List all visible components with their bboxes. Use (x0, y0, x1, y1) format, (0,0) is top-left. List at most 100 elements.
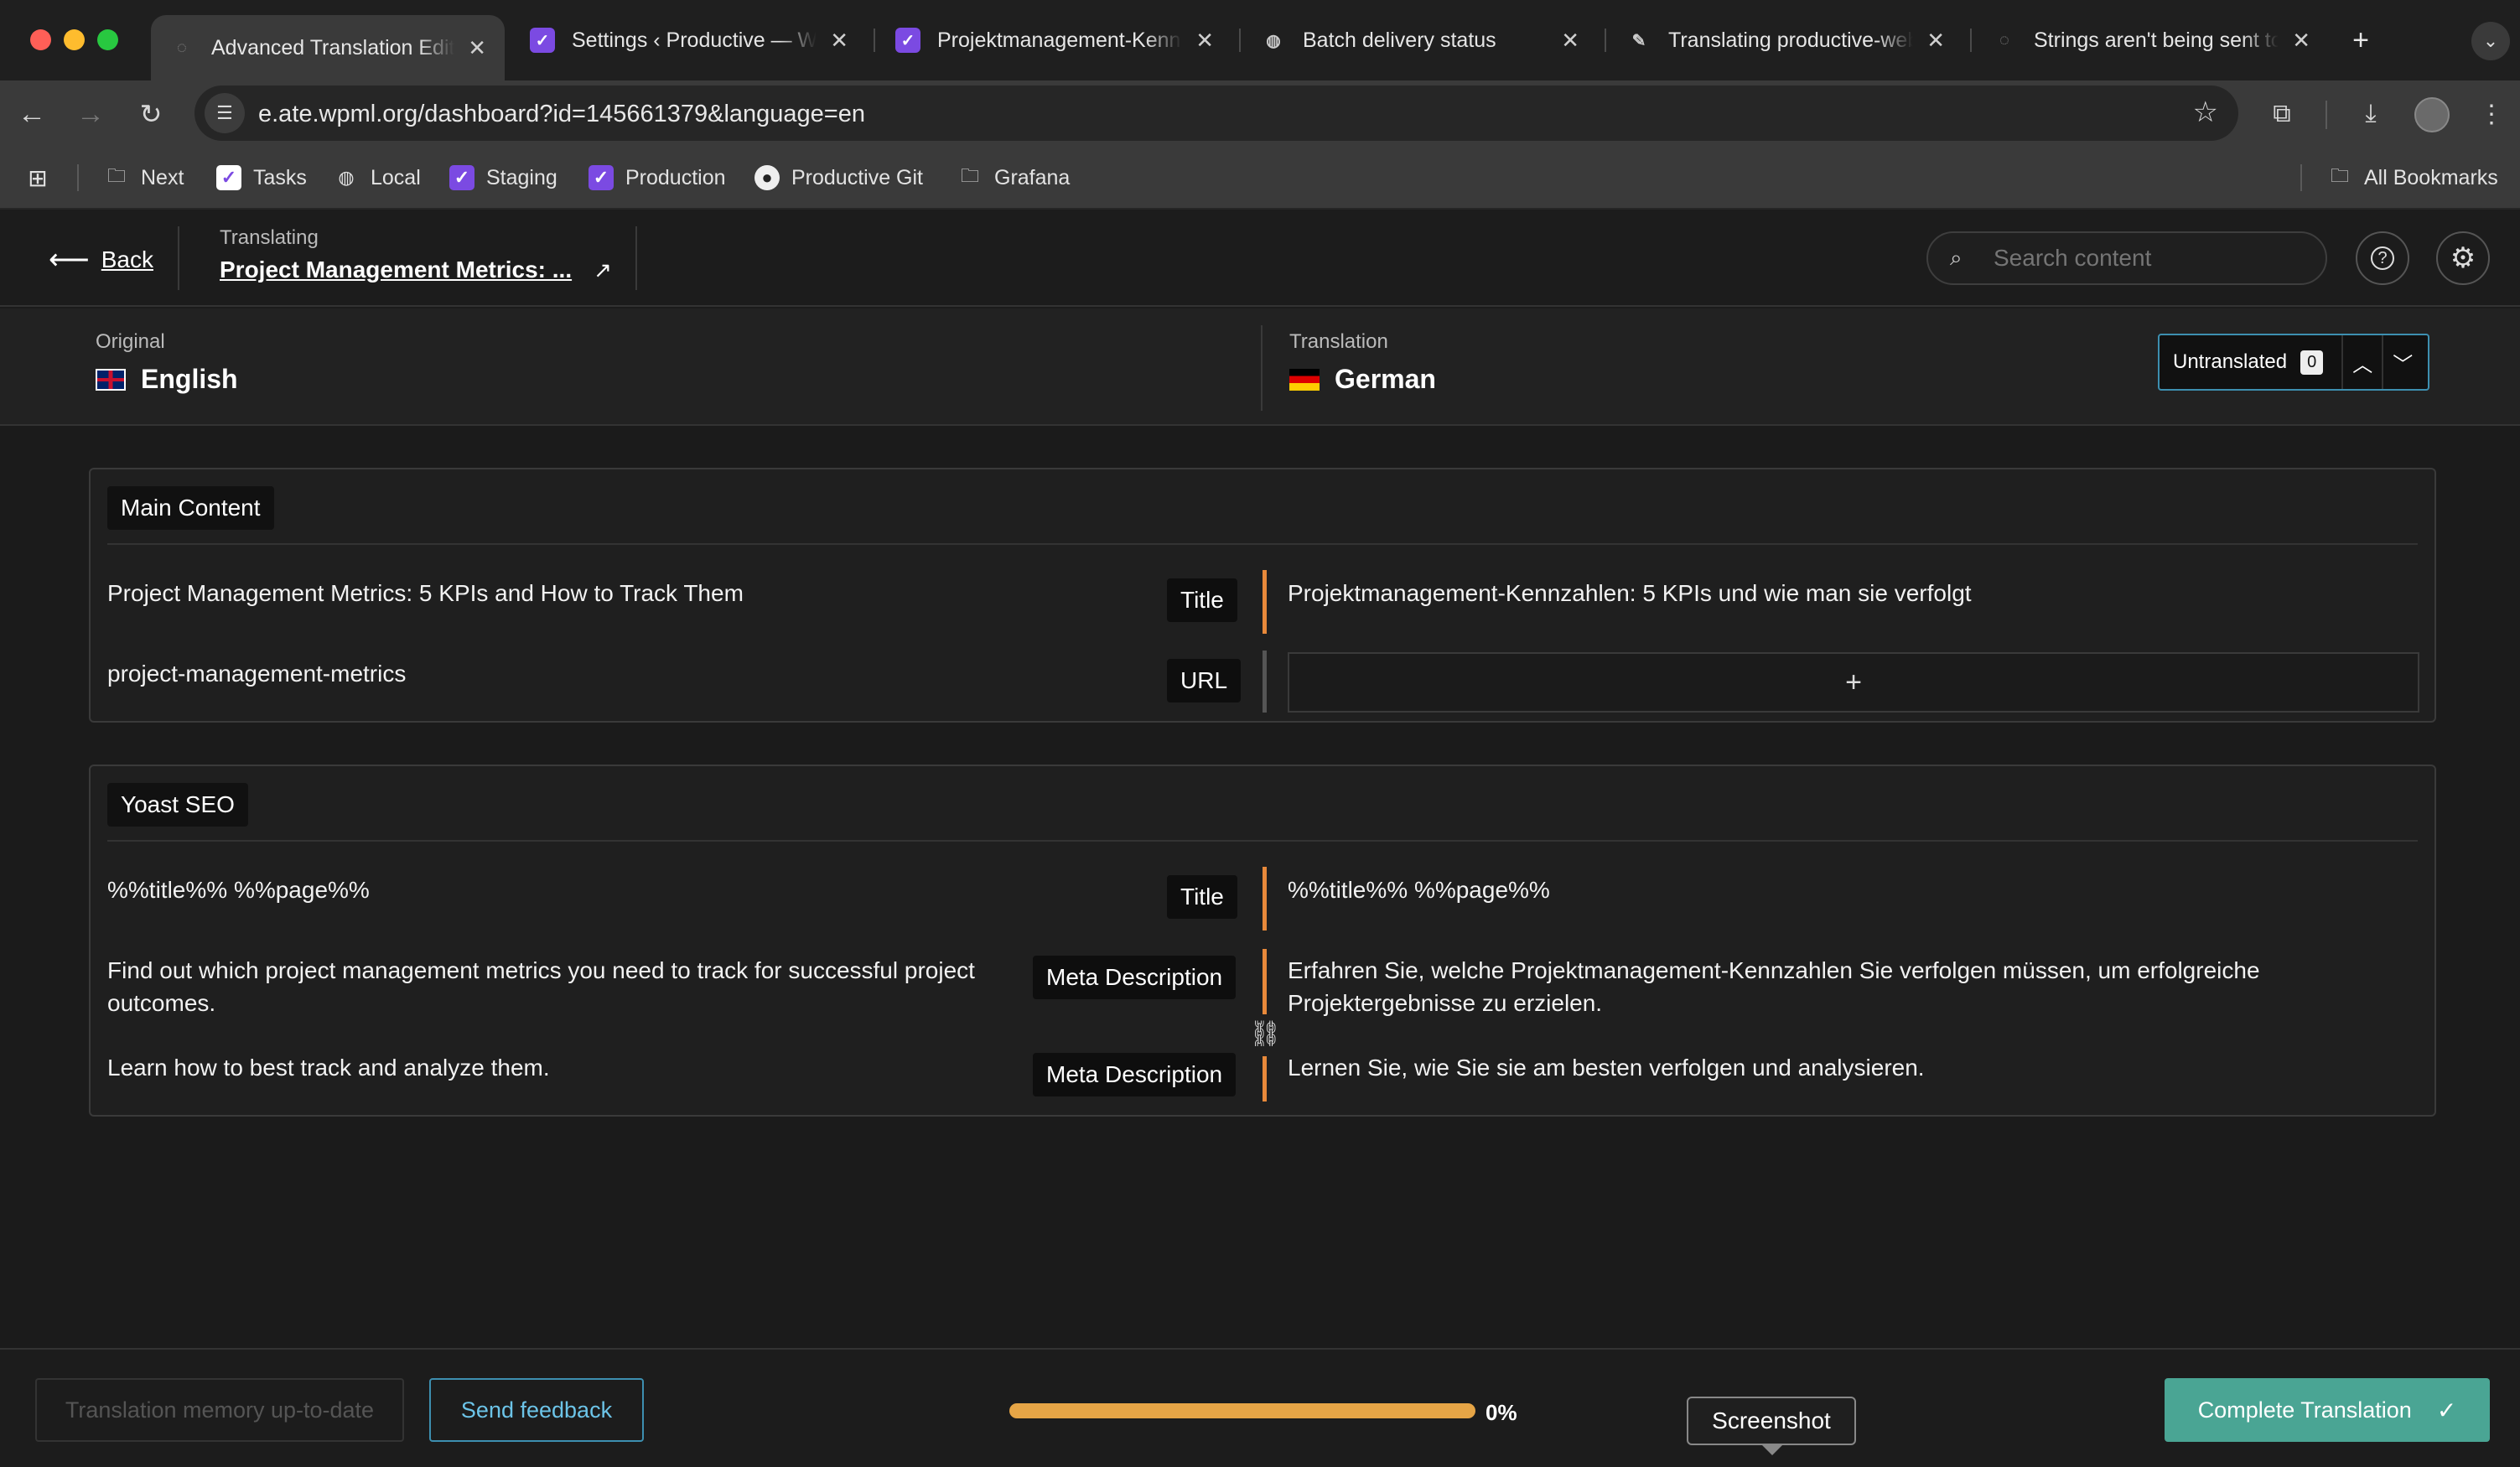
help-button[interactable]: ? (2356, 231, 2409, 285)
tooltip-arrow (1762, 1445, 1782, 1455)
german-flag-icon (1289, 368, 1320, 391)
language-bar: Original English Translation German Untr… (0, 308, 2520, 426)
productive-icon: ✓ (589, 165, 614, 190)
loading-icon: ◌ (177, 38, 187, 57)
bookmark-star-icon[interactable]: ☆ (2193, 96, 2218, 129)
status-bar-untranslated (1263, 651, 1267, 713)
new-tab-button[interactable]: + (2336, 15, 2386, 65)
back-button[interactable]: ⟵ Back (49, 243, 153, 277)
reload-icon: ↻ (139, 99, 163, 129)
search-box[interactable]: ⌕ (1926, 231, 2327, 285)
close-icon[interactable]: ✕ (1561, 28, 1579, 54)
close-icon[interactable]: ✕ (1195, 28, 1214, 54)
link-icon[interactable]: ⛓ (1249, 1019, 1281, 1049)
tab-settings-productive[interactable]: ✓ Settings ‹ Productive — WordPress ✕ (511, 15, 867, 65)
settings-button[interactable]: ⚙ (2436, 231, 2490, 285)
downloads-button[interactable]: ⤓ (2352, 96, 2389, 132)
close-icon[interactable]: ✕ (2292, 28, 2310, 54)
translation-label: Translation (1289, 330, 1388, 353)
original-text: Learn how to best track and analyze them… (107, 1055, 550, 1081)
tab-search-button[interactable]: ⌄ (2471, 22, 2510, 60)
bookmark-next[interactable]: 🗀 Next (104, 161, 184, 194)
send-feedback-button[interactable]: Send feedback (429, 1378, 644, 1442)
bookmarks-bar: ⊞ 🗀 Next ✓ Tasks ◍ Local ✓ Staging ✓ Pro… (0, 148, 2520, 210)
section-yoast-seo: Yoast SEO %%title%% %%page%% Title %%tit… (89, 765, 2436, 1117)
close-icon[interactable]: ✕ (1926, 28, 1945, 54)
editor-footer: Translation memory up-to-date Send feedb… (0, 1348, 2520, 1467)
bookmark-label: Staging (486, 165, 557, 189)
tab-strings-not-sent[interactable]: ◌ Strings aren't being sent to translati… (1973, 15, 2329, 65)
section-label: Yoast SEO (107, 783, 248, 827)
zoom-window-button[interactable] (97, 29, 118, 50)
all-bookmarks-label: All Bookmarks (2364, 165, 2498, 189)
add-translation-button[interactable]: + (1288, 652, 2419, 713)
menu-button[interactable]: ⋮ (2473, 96, 2510, 132)
globe-icon: ◍ (1266, 31, 1281, 50)
apps-button[interactable]: ⊞ (25, 161, 62, 194)
forward-nav-button[interactable]: → (72, 96, 109, 132)
bookmark-tasks[interactable]: ✓ Tasks (216, 161, 307, 194)
next-untranslated-button[interactable]: ﹀ (2382, 335, 2422, 389)
tooltip-text: Screenshot (1712, 1407, 1831, 1433)
document-title-link[interactable]: Project Management Metrics: ... ↗ (220, 257, 612, 283)
url-text[interactable]: e.ate.wpml.org/dashboard?id=145661379&la… (258, 101, 865, 128)
folder-icon: 🗀 (106, 165, 126, 186)
address-bar[interactable]: ☰ e.ate.wpml.org/dashboard?id=145661379&… (194, 86, 2238, 141)
close-window-button[interactable] (30, 29, 51, 50)
back-nav-button[interactable]: ← (13, 96, 50, 132)
chevron-down-icon: ⌄ (2482, 30, 2499, 51)
original-language-name: English (141, 364, 238, 394)
original-label: Original (96, 330, 165, 353)
productive-icon: ✓ (530, 28, 555, 53)
bookmark-label: Grafana (994, 165, 1071, 189)
all-bookmarks[interactable]: 🗀 All Bookmarks (2327, 161, 2498, 194)
arrow-right-icon: → (76, 97, 105, 130)
avatar[interactable] (2414, 97, 2450, 132)
field-tag-meta-description: Meta Description (1033, 956, 1237, 999)
close-icon[interactable]: ✕ (468, 35, 486, 61)
translation-text[interactable]: Erfahren Sie, welche Projektmanagement-K… (1288, 954, 2327, 1019)
document-title: Project Management Metrics: ... (220, 257, 573, 283)
reload-button[interactable]: ↻ (132, 96, 169, 132)
translation-text[interactable]: Lernen Sie, wie Sie sie am besten verfol… (1288, 1051, 2411, 1084)
extensions-button[interactable]: ⧉ (2263, 96, 2300, 132)
original-language: English (96, 364, 238, 395)
tab-projektmanagement[interactable]: ✓ Projektmanagement-Kennzahlen ✕ (877, 15, 1232, 65)
close-icon[interactable]: ✕ (830, 28, 848, 54)
help-icon: ? (2371, 246, 2394, 270)
field-tag-url: URL (1167, 659, 1242, 702)
bookmark-production[interactable]: ✓ Production (589, 161, 726, 194)
translation-memory-button[interactable]: Translation memory up-to-date (35, 1378, 404, 1442)
tab-advanced-translation-editor[interactable]: ◌ Advanced Translation Editor ✕ (151, 15, 505, 80)
complete-translation-button[interactable]: Complete Translation ✓ (2165, 1378, 2490, 1442)
productive-icon: ✓ (895, 28, 920, 53)
translation-text[interactable]: %%title%% %%page%% (1288, 873, 2411, 906)
bookmark-staging[interactable]: ✓ Staging (449, 161, 557, 194)
tab-batch-delivery-status[interactable]: ◍ Batch delivery status ✕ (1242, 15, 1598, 65)
filter-label: Untranslated (2173, 350, 2288, 373)
external-link-icon[interactable]: ↗ (594, 257, 612, 283)
bookmark-productive-git[interactable]: ● Productive Git (754, 161, 923, 194)
more-vertical-icon: ⋮ (2479, 100, 2504, 128)
gear-icon: ⚙ (2450, 242, 2476, 274)
translating-label: Translating (220, 226, 319, 249)
bookmark-grafana[interactable]: 🗀 Grafana (957, 161, 1070, 194)
download-icon: ⤓ (2365, 100, 2377, 127)
search-input[interactable] (1994, 241, 2312, 275)
untranslated-filter[interactable]: Untranslated 0 ︿ ﹀ (2158, 334, 2429, 391)
bookmark-local[interactable]: ◍ Local (334, 161, 420, 194)
puzzle-icon: ⧉ (2273, 100, 2291, 127)
folder-icon: 🗀 (2330, 165, 2349, 186)
translation-text[interactable]: Projektmanagement-Kennzahlen: 5 KPIs und… (1288, 577, 2411, 609)
original-text: Find out which project management metric… (107, 957, 975, 1016)
tab-separator (1239, 29, 1241, 52)
language-divider (1261, 325, 1263, 411)
site-info-button[interactable]: ☰ (205, 93, 245, 133)
previous-untranslated-button[interactable]: ︿ (2341, 335, 2382, 389)
minimize-window-button[interactable] (64, 29, 85, 50)
tab-translating-productive-website[interactable]: ✎ Translating productive-website ✕ (1608, 15, 1963, 65)
productive-icon: ✓ (449, 165, 474, 190)
section-label: Main Content (107, 486, 274, 530)
back-label: Back (101, 246, 153, 272)
productive-icon: ✓ (216, 165, 241, 190)
